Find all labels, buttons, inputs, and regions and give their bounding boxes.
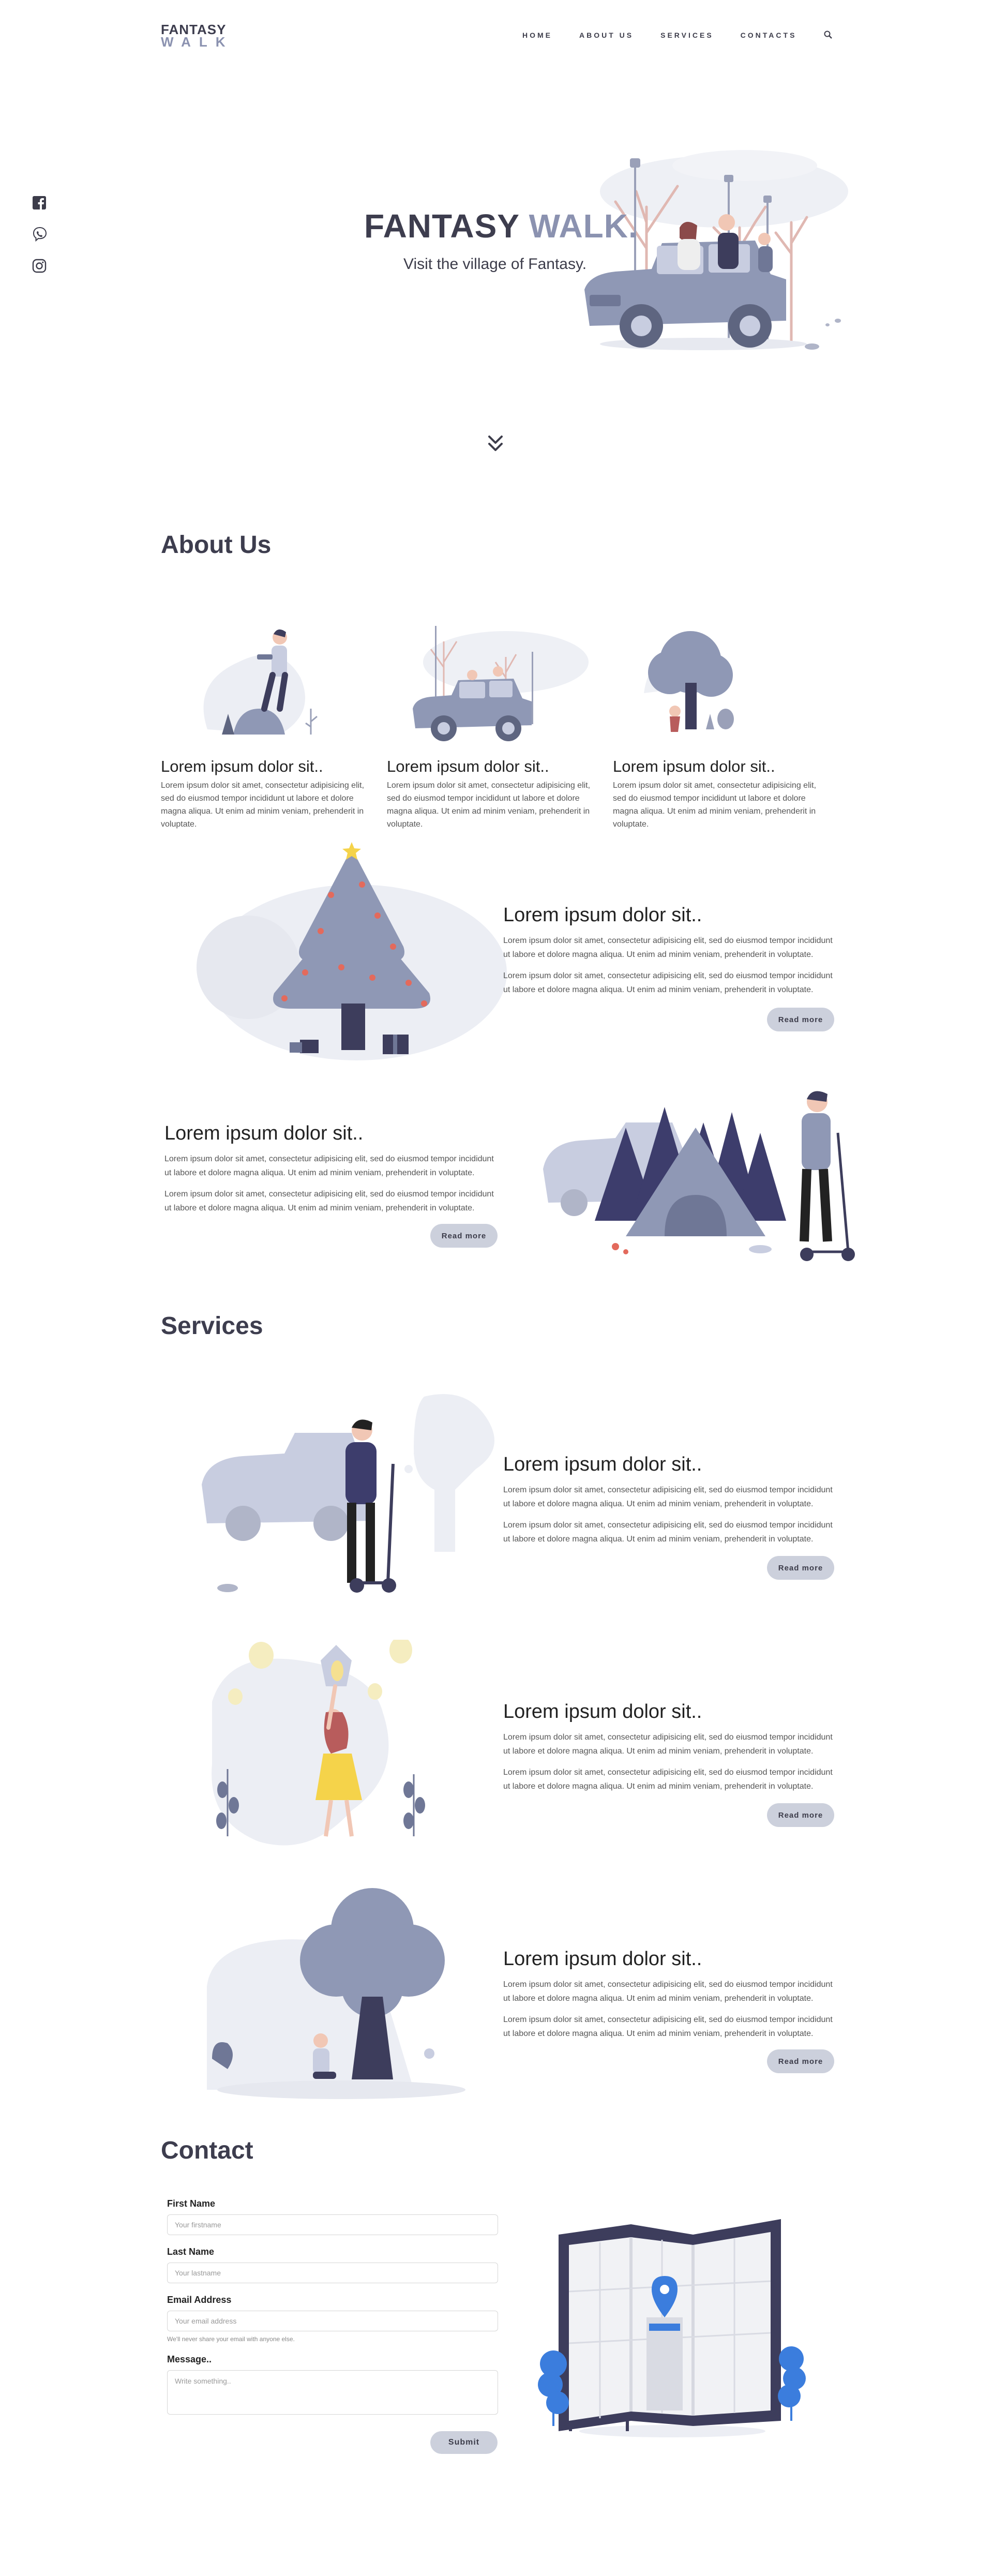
service-2-title: Lorem ipsum dolor sit.. bbox=[503, 1701, 702, 1723]
card-illustration-tree bbox=[613, 605, 830, 750]
service-2-p2: Lorem ipsum dolor sit amet, consectetur … bbox=[503, 1768, 833, 1791]
tree-people-illustration bbox=[197, 1883, 517, 2113]
service-1-p2: Lorem ipsum dolor sit amet, consectetur … bbox=[503, 1521, 833, 1544]
about-feature-1-title: Lorem ipsum dolor sit.. bbox=[503, 904, 702, 926]
contact-heading: Contact bbox=[161, 2137, 253, 2164]
about-card-3-text: Lorem ipsum dolor sit amet, consectetur … bbox=[613, 781, 817, 829]
instagram-icon[interactable] bbox=[32, 259, 48, 273]
hero-title-accent: WALK. bbox=[529, 207, 638, 245]
service-3-p1: Lorem ipsum dolor sit amet, consectetur … bbox=[503, 1980, 833, 2003]
card-illustration-hiker bbox=[161, 605, 378, 750]
first-name-field[interactable]: Your firstname bbox=[167, 2214, 498, 2235]
card-illustration-jeep bbox=[387, 605, 604, 750]
about-heading: About Us bbox=[161, 531, 272, 559]
search-icon[interactable] bbox=[823, 30, 833, 39]
about-card-2: Lorem ipsum dolor sit.. Lorem ipsum dolo… bbox=[387, 605, 604, 831]
scooter-jeep-illustration bbox=[197, 1386, 528, 1606]
service-2: Lorem ipsum dolor sit.. Lorem ipsum dolo… bbox=[503, 1701, 834, 1830]
hero-title-main: FANTASY bbox=[364, 207, 529, 245]
about-feature-1-p1: Lorem ipsum dolor sit amet, consectetur … bbox=[503, 936, 833, 959]
site-logo[interactable]: FANTASY WALK bbox=[161, 23, 234, 49]
read-more-button[interactable]: Read more bbox=[767, 1803, 834, 1827]
hero-title: FANTASY WALK. bbox=[364, 207, 638, 245]
email-label: Email Address bbox=[167, 2295, 232, 2305]
about-card-1: Lorem ipsum dolor sit.. Lorem ipsum dolo… bbox=[161, 605, 378, 831]
read-more-button[interactable]: Read more bbox=[767, 1008, 834, 1031]
nav-services[interactable]: SERVICES bbox=[660, 31, 714, 39]
about-card-3: Lorem ipsum dolor sit.. Lorem ipsum dolo… bbox=[613, 605, 830, 831]
hero-subtitle: Visit the village of Fantasy. bbox=[403, 256, 587, 273]
service-1: Lorem ipsum dolor sit.. Lorem ipsum dolo… bbox=[503, 1454, 834, 1583]
scroll-down-icon[interactable] bbox=[487, 435, 504, 455]
christmas-tree-illustration bbox=[186, 838, 507, 1068]
services-heading: Services bbox=[161, 1312, 263, 1340]
submit-button[interactable]: Submit bbox=[430, 2431, 498, 2454]
viber-icon[interactable] bbox=[32, 227, 48, 242]
about-feature-1-p2: Lorem ipsum dolor sit amet, consectetur … bbox=[503, 971, 833, 994]
read-more-button[interactable]: Read more bbox=[430, 1224, 498, 1248]
social-links bbox=[32, 196, 48, 273]
page: FANTASY WALK HOME ABOUT US SERVICES CONT… bbox=[0, 0, 993, 2576]
contact-form: First Name Your firstname Last Name Your… bbox=[167, 2198, 498, 2426]
about-card-2-text: Lorem ipsum dolor sit amet, consectetur … bbox=[387, 781, 591, 829]
last-name-field[interactable]: Your lastname bbox=[167, 2263, 498, 2283]
service-1-title: Lorem ipsum dolor sit.. bbox=[503, 1454, 702, 1475]
main-nav: HOME ABOUT US SERVICES CONTACTS bbox=[522, 31, 833, 39]
last-name-label: Last Name bbox=[167, 2246, 215, 2257]
about-feature-1: Lorem ipsum dolor sit.. Lorem ipsum dolo… bbox=[503, 904, 834, 1034]
about-card-3-title: Lorem ipsum dolor sit.. bbox=[613, 757, 775, 775]
about-card-2-title: Lorem ipsum dolor sit.. bbox=[387, 757, 549, 775]
first-name-label: First Name bbox=[167, 2198, 216, 2209]
read-more-button[interactable]: Read more bbox=[767, 2049, 834, 2073]
message-field[interactable]: Write something.. bbox=[167, 2370, 498, 2415]
about-feature-2-title: Lorem ipsum dolor sit.. bbox=[164, 1122, 364, 1144]
facebook-icon[interactable] bbox=[32, 196, 48, 210]
about-feature-2-p1: Lorem ipsum dolor sit amet, consectetur … bbox=[164, 1155, 494, 1177]
logo-line2: WALK bbox=[161, 34, 234, 50]
message-label: Message.. bbox=[167, 2354, 212, 2364]
service-1-p1: Lorem ipsum dolor sit amet, consectetur … bbox=[503, 1486, 833, 1508]
about-feature-2-p2: Lorem ipsum dolor sit amet, consectetur … bbox=[164, 1190, 494, 1212]
nav-home[interactable]: HOME bbox=[522, 31, 552, 39]
about-feature-2: Lorem ipsum dolor sit.. Lorem ipsum dolo… bbox=[164, 1122, 498, 1252]
camping-illustration bbox=[538, 1066, 869, 1285]
service-2-p1: Lorem ipsum dolor sit amet, consectetur … bbox=[503, 1733, 833, 1756]
email-help-text: We'll never share your email with anyone… bbox=[167, 2335, 295, 2343]
service-3: Lorem ipsum dolor sit.. Lorem ipsum dolo… bbox=[503, 1948, 834, 2077]
map-illustration bbox=[538, 2214, 807, 2444]
email-field[interactable]: Your email address bbox=[167, 2311, 498, 2331]
nav-about-us[interactable]: ABOUT US bbox=[579, 31, 634, 39]
about-card-1-text: Lorem ipsum dolor sit amet, consectetur … bbox=[161, 781, 365, 829]
service-3-p2: Lorem ipsum dolor sit amet, consectetur … bbox=[503, 2015, 833, 2038]
about-card-1-title: Lorem ipsum dolor sit.. bbox=[161, 757, 323, 775]
lantern-girl-illustration bbox=[197, 1637, 455, 1865]
nav-contacts[interactable]: CONTACTS bbox=[741, 31, 797, 39]
read-more-button[interactable]: Read more bbox=[767, 1556, 834, 1580]
service-3-title: Lorem ipsum dolor sit.. bbox=[503, 1948, 702, 1970]
